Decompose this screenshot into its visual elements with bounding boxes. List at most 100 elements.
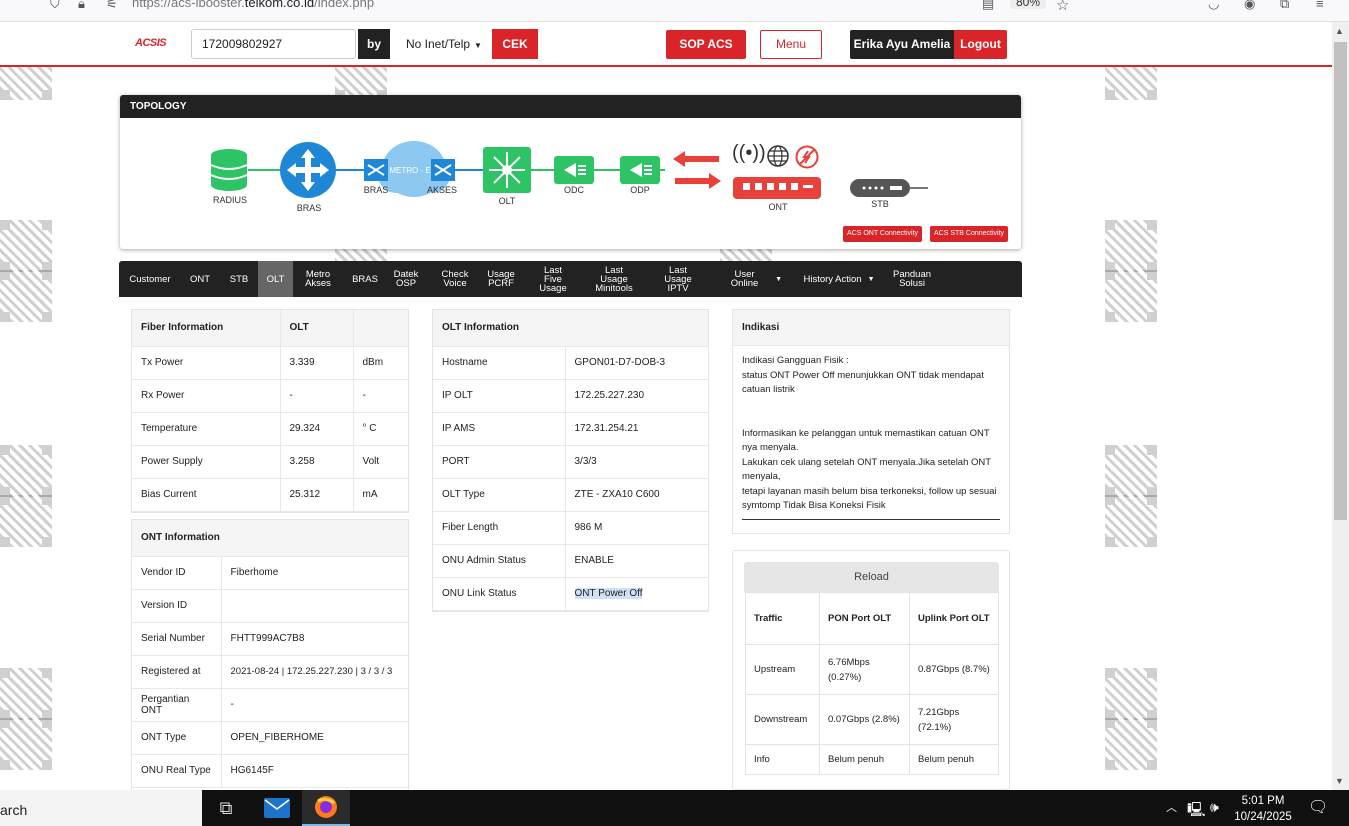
tab-panduan-solusi[interactable]: Panduan Solusi	[887, 261, 937, 297]
row-value: 986 M	[565, 511, 708, 545]
scroll-up-icon[interactable]: ▲	[1335, 26, 1344, 36]
row-label: Downstream	[745, 694, 820, 745]
table-row: IP OLT 172.25.227.230	[433, 379, 708, 413]
menu-icon[interactable]: ≡	[1316, 0, 1324, 11]
radius-icon[interactable]	[210, 149, 248, 191]
node-label-akses: AKSES	[426, 185, 457, 195]
volume-icon[interactable]: 🕪︎	[1210, 799, 1219, 816]
tab-datek-osp[interactable]: Datek OSP	[389, 261, 423, 297]
tab-last-usage-iptv[interactable]: Last Usage IPTV	[650, 261, 706, 297]
odc-icon[interactable]	[554, 156, 594, 184]
account-icon[interactable]: ◉	[1244, 0, 1255, 12]
tab-customer[interactable]: Customer	[121, 261, 179, 297]
tab-metro-akses[interactable]: Metro Akses	[297, 261, 339, 297]
tab-ont[interactable]: ONT	[181, 261, 219, 297]
indikasi-panel: Indikasi Indikasi Gangguan Fisik : statu…	[732, 309, 1010, 534]
row-label: IP AMS	[433, 412, 566, 446]
tab-history-action[interactable]: History Action ▼	[796, 261, 882, 297]
browser-address-bar[interactable]: ⛉ 🔒︎ ⚟ https://acs-ibooster.telkom.co.id…	[0, 0, 1349, 22]
mail-icon[interactable]	[253, 790, 301, 826]
logout-button[interactable]: Logout	[954, 30, 1007, 59]
table-row: Version ID	[132, 589, 408, 623]
node-label-metro: METRO - E	[389, 166, 430, 175]
tab-stb[interactable]: STB	[221, 261, 257, 297]
odp-icon[interactable]	[620, 156, 660, 184]
olt-icon[interactable]	[483, 147, 531, 193]
pocket-icon[interactable]: ◡	[1208, 0, 1219, 12]
clock[interactable]: 5:01 PM 10/24/2025	[1228, 793, 1298, 825]
traffic-card: Reload Traffic PON Port OLT Uplink Port …	[732, 550, 1010, 790]
table-row: Registered at 2021-08-24 | 172.25.227.230…	[132, 655, 408, 689]
tab-usage-pcrf[interactable]: Usage PCRF	[480, 261, 522, 297]
header-cell: ONT Information	[132, 520, 408, 557]
bras-router-icon[interactable]	[279, 141, 337, 199]
chevron-up-icon[interactable]: ︿	[1166, 799, 1177, 815]
stb-device-icon[interactable]	[850, 179, 910, 197]
logo[interactable]: ACSIS	[135, 37, 167, 49]
node-label-odp: ODP	[630, 185, 650, 195]
sop-acs-button[interactable]: SOP ACS	[666, 30, 746, 59]
tab-bras[interactable]: BRAS	[344, 261, 386, 297]
task-view-icon[interactable]: ⧉	[202, 790, 250, 826]
row-value: 172.25.227.230	[565, 379, 708, 413]
zoom-level[interactable]: 80%	[1010, 0, 1047, 9]
row-unit: -	[353, 379, 408, 413]
fiber-info-table: Fiber Information OLT Tx Power 3.339 dBm R…	[132, 310, 408, 512]
search-input[interactable]	[191, 29, 356, 59]
row-unit: mA	[353, 478, 408, 512]
shield-icon[interactable]: ⛉	[50, 0, 60, 12]
menu-button[interactable]: Menu	[760, 30, 822, 59]
tab-check-voice[interactable]: Check Voice	[436, 261, 474, 297]
table-row: Fiber Length 986 M	[433, 511, 708, 545]
row-value: 6.76Mbps (0.27%)	[819, 644, 910, 695]
row-label: IP OLT	[433, 379, 566, 413]
tab-last-five-usage[interactable]: Last Five Usage	[529, 261, 577, 297]
url-text[interactable]: https://acs-ibooster.telkom.co.id/index.…	[132, 0, 374, 10]
table-row: Bias Current 25.312 mA	[132, 478, 408, 512]
cek-button[interactable]: CEK	[492, 29, 538, 59]
clock-date: 10/24/2025	[1234, 811, 1292, 823]
node-label-ont: ONT	[768, 202, 788, 212]
tab-olt[interactable]: OLT	[258, 261, 293, 297]
app-header: ACSIS by No Inet/Telp▼ CEK SOP ACS Menu …	[0, 22, 1332, 67]
row-value	[221, 589, 408, 623]
row-value: GPON01-D7-DOB-3	[565, 346, 708, 380]
permissions-icon[interactable]: ⚟	[106, 0, 118, 12]
table-row: Downstream 0.07Gbps (2.8%) 7.21Gbps (72.1%…	[745, 694, 999, 745]
table-row: Hostname GPON01-D7-DOB-3	[433, 346, 708, 380]
acs-ont-connectivity-button[interactable]: ACS ONT Connectivity	[843, 226, 923, 242]
row-label: Fiber Length	[433, 511, 566, 545]
row-value: Belum penuh	[909, 744, 999, 775]
row-value: 172.31.254.21	[565, 412, 708, 446]
node-label-radius: RADIUS	[212, 195, 247, 205]
scroll-thumb[interactable]	[1334, 42, 1347, 520]
page-scrollbar[interactable]: ▲ ▼	[1332, 22, 1349, 790]
clock-time: 5:01 PM	[1241, 795, 1285, 807]
row-label: Serial Number	[132, 622, 222, 656]
extensions-icon[interactable]: ⧉	[1280, 0, 1289, 12]
row-value: FHTT999AC7B8	[221, 622, 408, 656]
taskbar: arch ⧉ ︿ 🖳︎ 🕪︎ 5:01 PM 10/24/2025 🗨︎	[0, 790, 1349, 826]
notifications-icon[interactable]: 🗨︎	[1308, 797, 1328, 817]
row-label: OLT Type	[433, 478, 566, 512]
search-type-select[interactable]: No Inet/Telp ▼	[398, 29, 492, 59]
reload-button[interactable]: Reload	[744, 562, 999, 592]
taskbar-search[interactable]: arch	[0, 790, 202, 826]
row-unit: ° C	[353, 412, 408, 446]
caret-down-icon: ▼	[775, 275, 782, 283]
row-label: ONU Link Status	[433, 577, 566, 611]
divider	[742, 519, 1000, 520]
header-cell	[353, 310, 408, 347]
tab-user-online[interactable]: User Online ▼	[714, 261, 788, 297]
firefox-icon[interactable]	[302, 790, 350, 826]
acs-stb-connectivity-button[interactable]: ACS STB Connectivity	[930, 226, 1009, 242]
tab-last-usage-minitools[interactable]: Last Usage Minitools	[586, 261, 642, 297]
row-label: Bias Current	[132, 478, 281, 512]
ont-device-icon[interactable]	[733, 177, 821, 199]
node-label-stb: STB	[871, 199, 889, 209]
network-icon[interactable]: 🖳︎	[1187, 799, 1206, 823]
reader-view-icon[interactable]: ▤	[982, 0, 994, 12]
lock-icon[interactable]: 🔒︎	[78, 0, 85, 12]
bookmark-star-icon[interactable]: ☆	[1056, 0, 1069, 14]
scroll-down-icon[interactable]: ▼	[1335, 776, 1344, 786]
